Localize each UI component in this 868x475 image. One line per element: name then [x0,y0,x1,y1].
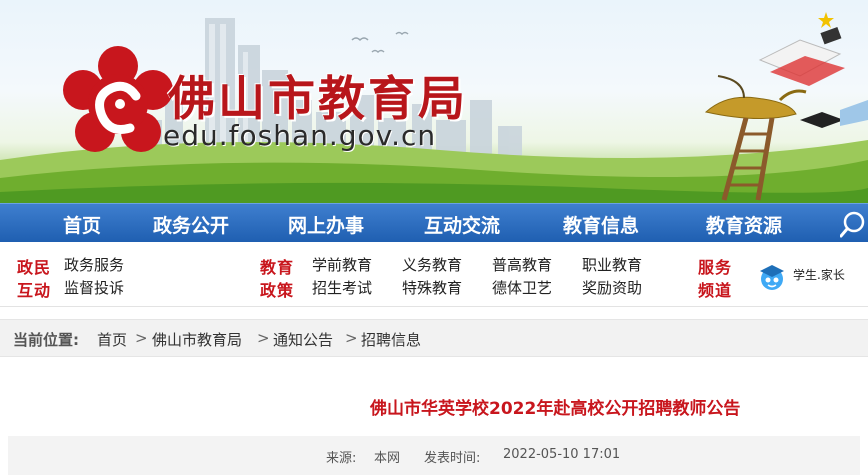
category-label-edu-l1: 教育 [260,258,295,277]
header-banner: 佛山市教育局 edu.foshan.gov.cn [0,0,868,203]
student-parent-icon[interactable] [757,262,787,292]
breadcrumb-item-home[interactable]: 首页 [97,329,127,350]
meta-source-label: 来源: [326,451,357,466]
meta-date-value: 2022-05-10 17:01 [503,447,621,462]
link-gov-services[interactable]: 政务服务 [64,254,124,275]
breadcrumb-separator: > [135,329,148,347]
search-icon [839,211,865,238]
article-meta: 来源: 本网 发表时间: 2022-05-10 17:01 [8,436,860,475]
link-preschool[interactable]: 学前教育 [312,254,372,275]
flower-emblem-icon [63,46,173,152]
breadcrumb-separator: > [345,329,358,347]
bureau-logo[interactable] [58,44,178,164]
link-high-school[interactable]: 普高教育 [492,254,552,275]
link-special-education[interactable]: 特殊教育 [402,277,462,298]
sub-nav: 政民 互动 政务服务 监督投诉 教育 政策 学前教育 义务教育 普高教育 职业教… [0,243,868,307]
nav-item-education-info[interactable]: 教育信息 [563,211,639,238]
breadcrumb-item-notices[interactable]: 通知公告 [273,329,333,350]
nav-item-government-affairs[interactable]: 政务公开 [153,211,229,238]
link-compulsory[interactable]: 义务教育 [402,254,462,275]
category-label-gov-l2: 互动 [17,281,52,300]
nav-item-interaction[interactable]: 互动交流 [424,211,500,238]
nav-item-home[interactable]: 首页 [63,211,101,238]
breadcrumb-item-recruitment[interactable]: 招聘信息 [361,329,421,350]
nav-item-education-resources[interactable]: 教育资源 [706,211,782,238]
search-button[interactable] [839,210,868,238]
nav-item-online-services[interactable]: 网上办事 [288,211,364,238]
site-domain: edu.foshan.gov.cn [163,119,437,152]
student-parent-link[interactable]: 学生.家长 [793,266,845,283]
breadcrumb-label: 当前位置: [13,331,79,349]
link-moral-pe-health-arts[interactable]: 德体卫艺 [492,277,552,298]
link-vocational[interactable]: 职业教育 [582,254,642,275]
link-financial-aid[interactable]: 奖励资助 [582,277,642,298]
breadcrumb-separator: > [257,329,270,347]
main-nav: 首页 政务公开 网上办事 互动交流 教育信息 教育资源 [0,203,868,242]
link-supervision-complaints[interactable]: 监督投诉 [64,277,124,298]
breadcrumb-item-bureau[interactable]: 佛山市教育局 [152,329,242,350]
category-label-edu-l2: 政策 [260,281,295,300]
article-title: 佛山市华英学校2022年赴高校公开招聘教师公告 [370,399,741,419]
category-label-service-l2: 频道 [698,281,733,300]
category-label-service-l1: 服务 [698,258,733,277]
page: 佛山市教育局 edu.foshan.gov.cn 首页 政务公开 网上办事 互动… [0,0,868,475]
category-label-gov-l1: 政民 [17,258,52,277]
meta-source-value: 本网 [374,451,401,466]
link-enrollment-exams[interactable]: 招生考试 [312,277,372,298]
breadcrumb: 当前位置: 首页 > 佛山市教育局 > 通知公告 > 招聘信息 [0,319,868,357]
meta-date-label: 发表时间: [424,451,481,466]
